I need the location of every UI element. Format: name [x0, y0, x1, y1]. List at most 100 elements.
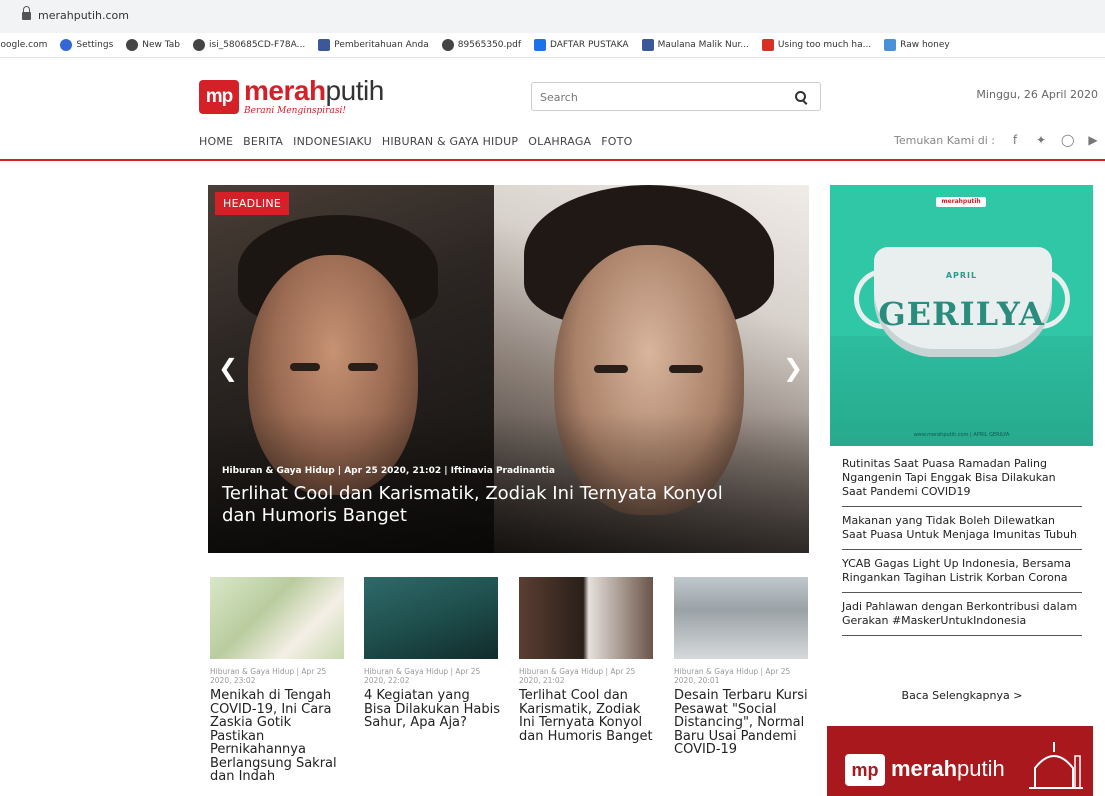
bookmark-label: 89565350.pdf: [457, 40, 521, 50]
logo-red: merah: [244, 75, 326, 106]
ad2-wordmark: merahputih: [891, 756, 1005, 782]
article-title[interactable]: Terlihat Cool dan Karismatik, Zodiak Ini…: [519, 689, 656, 743]
gerilya-ad-banner[interactable]: merahputih APRIL GERILYA www.merahputih.…: [830, 185, 1093, 446]
nav-hiburan[interactable]: HIBURAN & GAYA HIDUP: [382, 135, 518, 148]
gear-icon: [60, 39, 73, 51]
youtube-icon[interactable]: ▶: [1087, 133, 1099, 147]
logo-dark: putih: [325, 75, 385, 106]
bookmark-settings[interactable]: Settings: [60, 39, 113, 51]
logo-badge: mp: [199, 79, 239, 114]
hero-title[interactable]: Terlihat Cool dan Karismatik, Zodiak Ini…: [222, 483, 742, 527]
article-meta: Hiburan & Gaya Hidup | Apr 25 2020, 23:0…: [210, 667, 327, 685]
ad-word: GERILYA: [878, 295, 1045, 333]
mosque-icon: [1029, 742, 1083, 789]
logo-text: merahputih Berani Menginspirasi!: [244, 77, 384, 116]
social-follow: Temukan Kami di : f ✦ ◯ ▶: [894, 133, 1099, 147]
browser-address-bar[interactable]: merahputih.com: [0, 0, 1105, 33]
bookmark-0[interactable]: joogle.com: [0, 40, 47, 50]
lock-icon: [22, 6, 31, 20]
site-logo[interactable]: mp merahputih Berani Menginspirasi!: [199, 77, 384, 116]
bookmark-label: Raw honey: [900, 40, 950, 50]
doc-icon: [533, 39, 546, 51]
logo-wordmark: merahputih: [244, 77, 384, 105]
article-thumbnail[interactable]: [364, 577, 498, 659]
bookmark-maulana[interactable]: Maulana Malik Nur...: [641, 39, 749, 51]
ad2-word-thin: putih: [957, 756, 1005, 781]
bookmark-label: Maulana Malik Nur...: [657, 40, 749, 50]
bookmark-raw-honey[interactable]: Raw honey: [884, 39, 950, 51]
bookmark-label: New Tab: [142, 40, 181, 50]
ad-subtitle: APRIL: [945, 271, 978, 280]
bookmark-new-tab[interactable]: New Tab: [126, 39, 180, 51]
header-divider: [0, 159, 1105, 161]
globe-icon: [193, 39, 206, 51]
article-meta: Hiburan & Gaya Hidup | Apr 25 2020, 20:0…: [674, 667, 791, 685]
sidebar-item[interactable]: Makanan yang Tidak Boleh Dilewatkan Saat…: [842, 514, 1082, 550]
facebook-icon: [641, 39, 654, 51]
article-meta: Hiburan & Gaya Hidup | Apr 25 2020, 22:0…: [364, 667, 481, 685]
facebook-icon[interactable]: f: [1009, 133, 1021, 147]
bookmark-daftar-pustaka[interactable]: DAFTAR PUSTAKA: [533, 39, 629, 51]
nav-home[interactable]: HOME: [199, 135, 233, 148]
blue-icon: [884, 39, 897, 51]
chevron-left-icon[interactable]: ❮: [218, 356, 238, 380]
chevron-right-icon[interactable]: ❯: [783, 356, 803, 380]
hero-eye: [594, 365, 628, 373]
ad2-logo-badge: mp: [845, 754, 885, 786]
sidebar-item[interactable]: Rutinitas Saat Puasa Ramadan Paling Ngan…: [842, 457, 1082, 507]
address-url[interactable]: merahputih.com: [38, 9, 129, 22]
article-card[interactable]: Hiburan & Gaya Hidup | Apr 25 2020, 20:0…: [674, 577, 811, 757]
bookmark-label: Pemberitahuan Anda: [334, 40, 429, 50]
article-thumbnail[interactable]: [519, 577, 653, 659]
globe-icon: [441, 39, 454, 51]
nav-indonesiaku[interactable]: INDONESIAKU: [293, 135, 372, 148]
search-input[interactable]: [540, 88, 780, 106]
instagram-icon[interactable]: ◯: [1061, 133, 1074, 147]
nav-berita[interactable]: BERITA: [243, 135, 283, 148]
article-title[interactable]: Menikah di Tengah COVID-19, Ini Cara Zas…: [210, 689, 347, 784]
bookmark-label: DAFTAR PUSTAKA: [549, 40, 629, 50]
merahputih-ad-banner[interactable]: mp merahputih: [827, 726, 1093, 796]
read-more-link[interactable]: Baca Selengkapnya >: [842, 689, 1082, 702]
main-nav: HOME BERITA INDONESIAKU HIBURAN & GAYA H…: [199, 135, 642, 148]
article-card[interactable]: Hiburan & Gaya Hidup | Apr 25 2020, 22:0…: [364, 577, 501, 730]
nav-olahraga[interactable]: OLAHRAGA: [528, 135, 591, 148]
ad2-word-bold: merah: [891, 756, 958, 781]
facebook-icon: [318, 39, 331, 51]
bookmark-label: Using too much ha...: [777, 40, 872, 50]
headline-badge: HEADLINE: [215, 192, 290, 215]
ad-footer: www.merahputih.com | APRIL GERILYA: [913, 432, 1010, 438]
bookmark-isi[interactable]: isi_580685CD-F78A...: [193, 39, 305, 51]
hero-eye: [348, 363, 378, 371]
bookmark-pemberitahuan[interactable]: Pemberitahuan Anda: [318, 39, 429, 51]
sidebar-item[interactable]: Jadi Pahlawan dengan Berkontribusi dalam…: [842, 600, 1082, 636]
hero-meta: Hiburan & Gaya Hidup | Apr 25 2020, 21:0…: [222, 466, 555, 476]
logo-tagline: Berani Menginspirasi!: [244, 106, 346, 116]
article-thumbnail[interactable]: [674, 577, 808, 659]
bookmark-label: Settings: [76, 40, 114, 50]
hero-eye: [290, 363, 320, 371]
sidebar-item[interactable]: YCAB Gagas Light Up Indonesia, Bersama R…: [842, 557, 1082, 593]
article-card[interactable]: Hiburan & Gaya Hidup | Apr 25 2020, 23:0…: [210, 577, 347, 784]
article-title[interactable]: 4 Kegiatan yang Bisa Dilakukan Habis Sah…: [364, 689, 501, 730]
twitter-icon[interactable]: ✦: [1035, 133, 1047, 147]
ad-logo: merahputih: [936, 197, 986, 207]
bookmark-label: isi_580685CD-F78A...: [209, 40, 306, 50]
search-box: [531, 82, 821, 111]
article-card[interactable]: Hiburan & Gaya Hidup | Apr 25 2020, 21:0…: [519, 577, 656, 743]
bookmark-using[interactable]: Using too much ha...: [761, 39, 872, 51]
sidebar-list: Rutinitas Saat Puasa Ramadan Paling Ngan…: [842, 457, 1082, 643]
bookmark-label: joogle.com: [0, 40, 48, 50]
article-title[interactable]: Desain Terbaru Kursi Pesawat "Social Dis…: [674, 689, 811, 757]
hero-eye: [669, 365, 703, 373]
headline-slider[interactable]: HEADLINE ❮ ❯ Hiburan & Gaya Hidup | Apr …: [208, 185, 809, 553]
bookmark-pdf[interactable]: 89565350.pdf: [441, 39, 521, 51]
bookmarks-bar: joogle.com Settings New Tab isi_580685CD…: [0, 33, 1105, 58]
article-thumbnail[interactable]: [210, 577, 344, 659]
follow-label: Temukan Kami di :: [894, 133, 995, 147]
nav-foto[interactable]: FOTO: [601, 135, 632, 148]
red-icon: [761, 39, 774, 51]
search-icon[interactable]: [795, 91, 806, 102]
globe-icon: [126, 39, 139, 51]
article-meta: Hiburan & Gaya Hidup | Apr 25 2020, 21:0…: [519, 667, 636, 685]
